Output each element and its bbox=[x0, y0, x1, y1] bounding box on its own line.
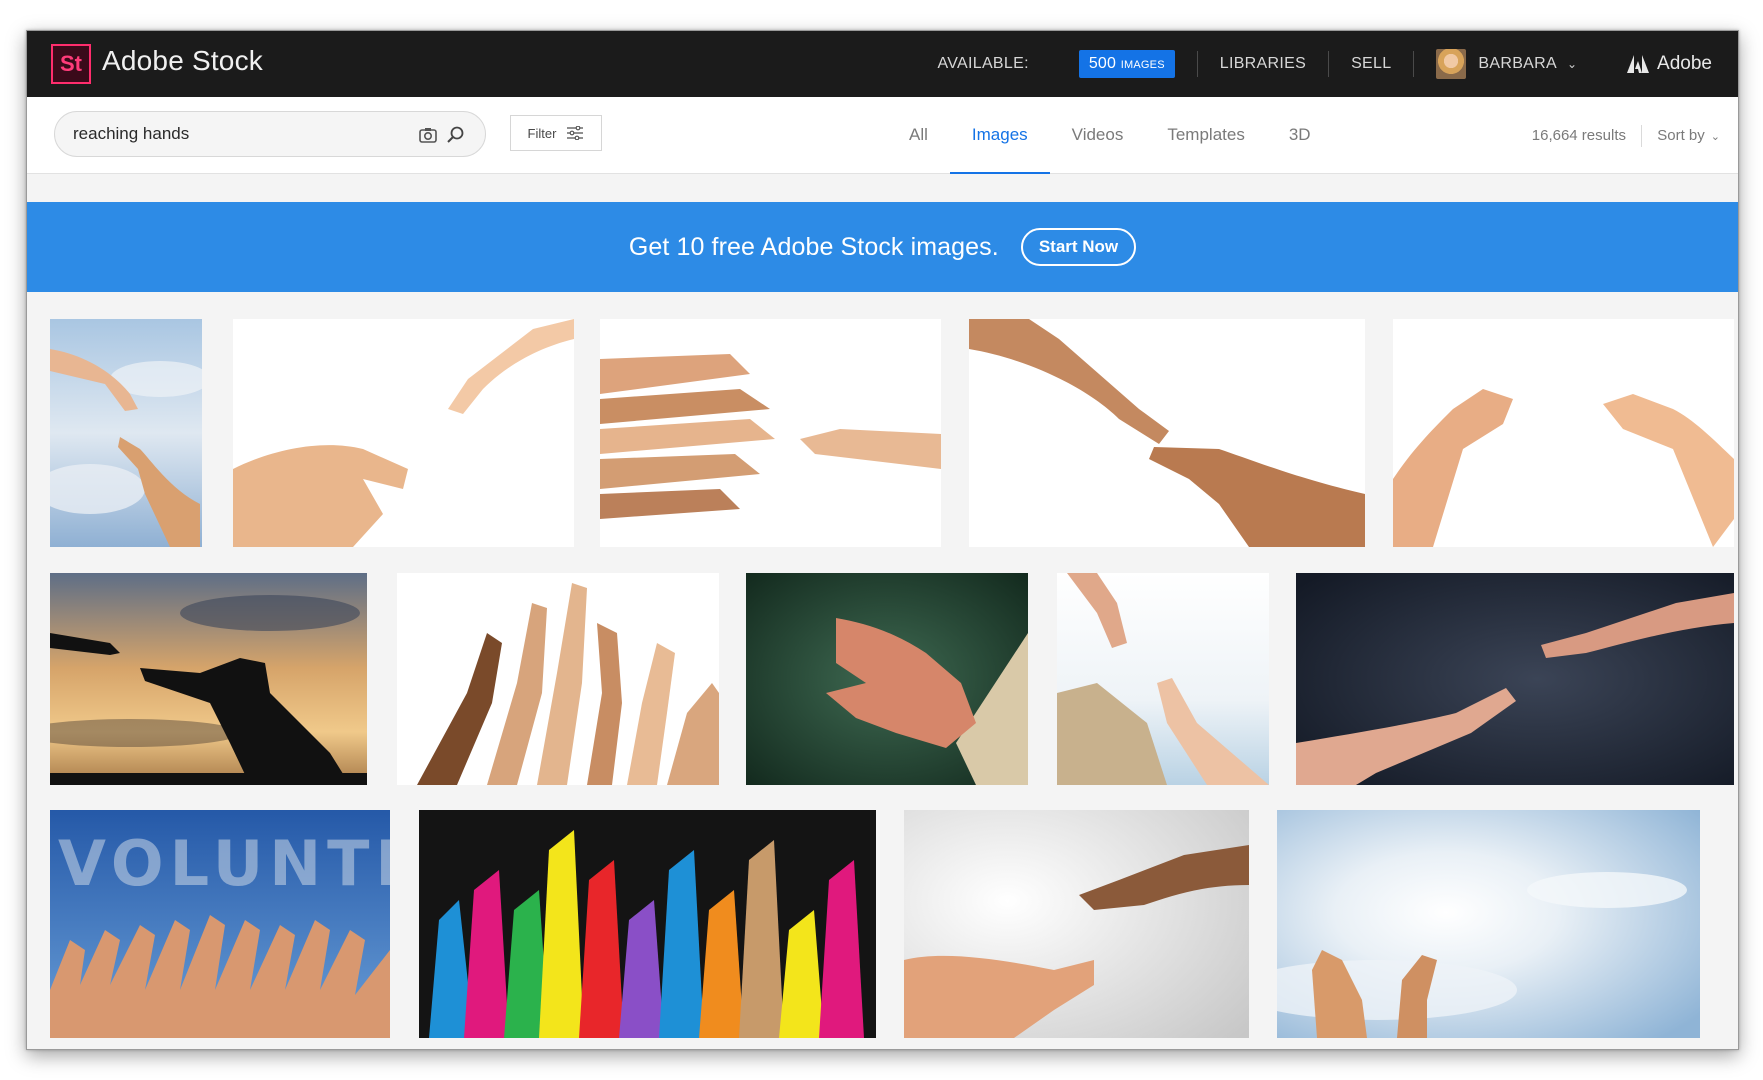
hands-sunburst-sky-image bbox=[1277, 810, 1700, 1038]
tab-images[interactable]: Images bbox=[949, 97, 1050, 174]
dark-background-hands-image bbox=[1296, 573, 1734, 785]
hand-green-background-image bbox=[746, 573, 1028, 785]
svg-text:VOLUNTEER: VOLUNTEER bbox=[58, 827, 390, 900]
adobe-brand-link[interactable]: Adobe bbox=[1657, 53, 1712, 75]
image-tile[interactable] bbox=[600, 319, 941, 547]
image-tile[interactable] bbox=[397, 573, 719, 785]
images-available-badge[interactable]: 500 IMAGES bbox=[1078, 50, 1175, 78]
sell-link[interactable]: SELL bbox=[1329, 55, 1413, 73]
tab-3d[interactable]: 3D bbox=[1267, 97, 1333, 174]
rock-rescue-image bbox=[1057, 573, 1269, 785]
image-tile[interactable] bbox=[1393, 319, 1734, 547]
sliders-icon bbox=[567, 126, 584, 140]
image-tile[interactable] bbox=[969, 319, 1365, 547]
camera-icon[interactable] bbox=[418, 125, 438, 145]
search-toolbar: Filter All Images Videos Templates 3D 16… bbox=[27, 97, 1738, 174]
tab-videos[interactable]: Videos bbox=[1050, 97, 1146, 174]
avatar[interactable] bbox=[1436, 49, 1467, 79]
banner-text: Get 10 free Adobe Stock images. bbox=[628, 232, 999, 261]
chevron-down-icon[interactable]: ⌄ bbox=[1567, 57, 1577, 71]
search-field[interactable] bbox=[54, 111, 486, 157]
filter-button[interactable]: Filter bbox=[510, 115, 602, 151]
libraries-link[interactable]: LIBRARIES bbox=[1198, 55, 1328, 73]
hands-reaching-diagonal-image bbox=[969, 319, 1365, 547]
logo-text: St bbox=[60, 51, 82, 76]
filter-label: Filter bbox=[527, 125, 557, 141]
results-count: 16,664 results bbox=[1531, 127, 1626, 144]
sort-by-label: Sort by bbox=[1657, 127, 1705, 144]
sort-by-dropdown[interactable]: Sort by ⌄ bbox=[1657, 97, 1720, 174]
chevron-down-icon: ⌄ bbox=[1710, 131, 1720, 143]
two-hands-white-image bbox=[233, 319, 574, 547]
many-hands-image bbox=[600, 319, 941, 547]
media-type-tabs: All Images Videos Templates 3D bbox=[887, 97, 1333, 174]
promo-banner: Get 10 free Adobe Stock images. Start No… bbox=[27, 202, 1738, 292]
divider bbox=[1641, 125, 1642, 147]
sky-hands-image bbox=[50, 319, 202, 547]
app-title[interactable]: Adobe Stock bbox=[102, 45, 263, 77]
sunset-silhouette-image bbox=[50, 573, 367, 785]
adobe-logo-icon bbox=[1627, 55, 1650, 73]
available-label: AVAILABLE: bbox=[937, 55, 1029, 72]
divider bbox=[1413, 51, 1415, 77]
tab-all[interactable]: All bbox=[887, 97, 950, 174]
image-tile[interactable] bbox=[50, 319, 202, 547]
adobe-stock-logo[interactable]: St bbox=[51, 44, 91, 84]
image-tile[interactable] bbox=[904, 810, 1249, 1038]
volunteer-raised-hands-image: VOLUNTEER bbox=[50, 810, 390, 1038]
tab-templates[interactable]: Templates bbox=[1145, 97, 1266, 174]
image-tile[interactable] bbox=[1057, 573, 1269, 785]
image-tile[interactable] bbox=[1296, 573, 1734, 785]
colorful-hand-silhouettes-image bbox=[419, 810, 876, 1038]
start-now-button[interactable]: Start Now bbox=[1020, 228, 1137, 266]
image-tile[interactable] bbox=[746, 573, 1028, 785]
image-tile[interactable] bbox=[233, 319, 574, 547]
image-tile[interactable] bbox=[419, 810, 876, 1038]
image-tile[interactable] bbox=[50, 573, 367, 785]
image-tile[interactable] bbox=[1277, 810, 1700, 1038]
search-input[interactable] bbox=[73, 112, 373, 156]
two-open-palms-image bbox=[1393, 319, 1734, 547]
images-count: 500 bbox=[1088, 55, 1117, 72]
reaching-gray-gradient-image bbox=[904, 810, 1249, 1038]
image-tile[interactable]: VOLUNTEER bbox=[50, 810, 390, 1038]
top-navigation-bar: St Adobe Stock AVAILABLE: 500 IMAGES LIB… bbox=[27, 31, 1738, 97]
raised-pointing-hands-image bbox=[397, 573, 719, 785]
user-name[interactable]: BARBARA bbox=[1478, 55, 1557, 73]
search-icon[interactable] bbox=[446, 125, 466, 145]
images-unit: IMAGES bbox=[1120, 59, 1165, 71]
browser-window: St Adobe Stock AVAILABLE: 500 IMAGES LIB… bbox=[26, 30, 1739, 1050]
